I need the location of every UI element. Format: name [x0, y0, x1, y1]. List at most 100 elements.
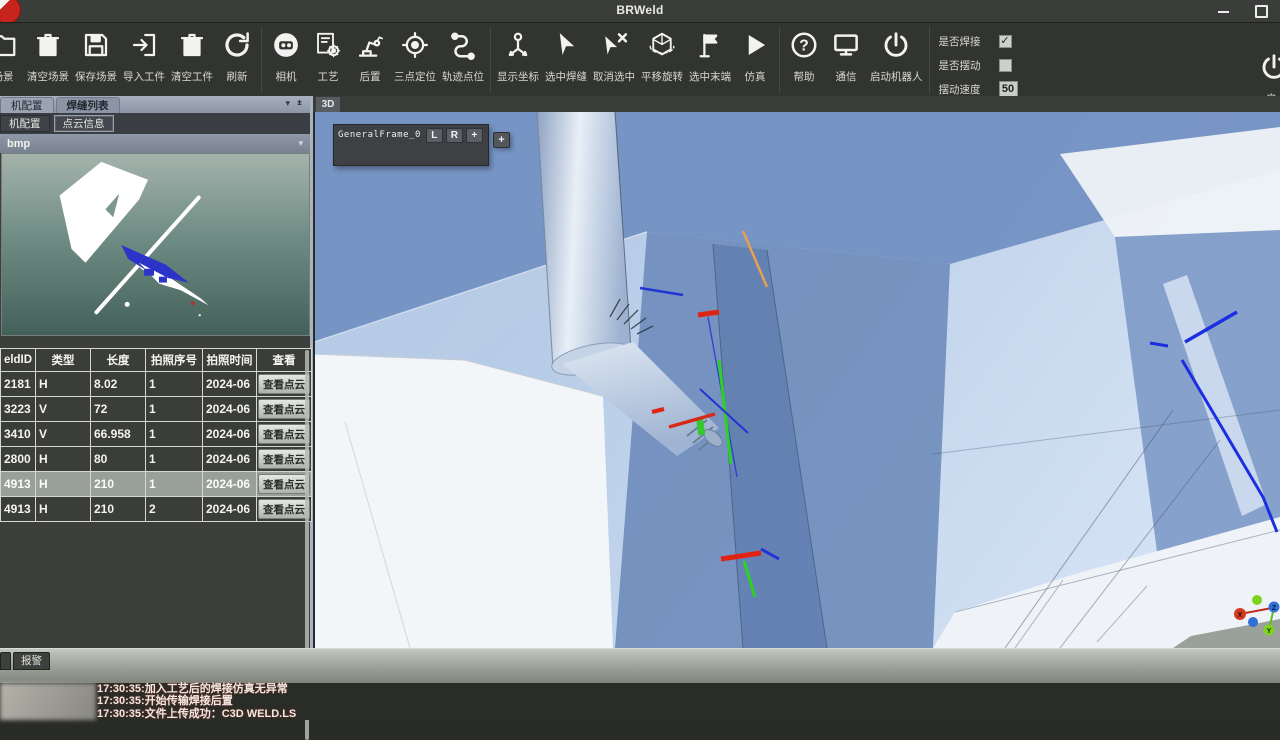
left-panel-button[interactable]: 点云信息 [54, 115, 114, 132]
bottom-tab-partial[interactable] [0, 652, 11, 670]
tab-alarm[interactable]: 报警 [13, 652, 50, 670]
table-row[interactable]: 4913 H 210 1 2024-06 查看点云 [1, 472, 312, 497]
play-icon [740, 30, 770, 60]
viewport-tabbar: 3D [313, 96, 1280, 112]
clear-part-button[interactable]: 清空工件 [168, 30, 216, 84]
power-icon [1259, 52, 1280, 82]
view-pointcloud-button[interactable]: 查看点云 [258, 449, 310, 469]
folder-icon [0, 30, 18, 60]
chevron-down-icon[interactable]: ▾ [285, 98, 290, 109]
post-button[interactable]: 后置 [349, 30, 391, 84]
table-row[interactable]: 2181 H 8.02 1 2024-06 查看点云 [1, 372, 312, 397]
weld-table: eldID 类型 长度 拍照序号 拍照时间 查看 2181 H 8.02 1 2… [0, 348, 312, 522]
refresh-button[interactable]: 刷新 [216, 30, 258, 84]
cursorx-icon [599, 30, 629, 60]
target-icon [400, 30, 430, 60]
process-button[interactable]: 工艺 [307, 30, 349, 84]
save-scene-button[interactable]: 保存场景 [72, 30, 120, 84]
minimize-button[interactable] [1212, 4, 1234, 19]
log-area: 17:30:35:加入工艺后的焊接仿真无异常 17:30:35:开始传输焊接后置… [0, 683, 1280, 720]
trajectory-points-button[interactable]: 轨迹点位 [439, 30, 487, 84]
table-row[interactable]: 3410 V 66.958 1 2024-06 查看点云 [1, 422, 312, 447]
add-frame-button[interactable]: + [493, 132, 510, 148]
flag-icon [695, 30, 725, 60]
checkbox[interactable] [999, 59, 1012, 72]
deselect-button[interactable]: 取消选中 [590, 30, 638, 84]
left-panel-tab[interactable]: 焊缝列表 [56, 97, 120, 113]
toggle-row[interactable]: 是否摆动 [939, 53, 1057, 77]
toolbar-separator [261, 27, 262, 93]
titlebar: BRWeld [0, 0, 1280, 22]
col-length: 长度 [91, 349, 146, 372]
col-weldid: eldID [1, 349, 36, 372]
svg-text:Y: Y [1267, 628, 1272, 635]
table-row[interactable]: 4913 H 210 2 2024-06 查看点云 [1, 497, 312, 522]
swing-speed-input[interactable]: 50 [999, 81, 1018, 97]
3d-viewport[interactable]: X Z Y GeneralFrame_0 L R + + [315, 112, 1280, 648]
table-row[interactable]: 2800 H 80 1 2024-06 查看点云 [1, 447, 312, 472]
start-robot-button[interactable]: 启动机器人 [867, 30, 926, 84]
horizontal-splitter[interactable] [0, 648, 1280, 683]
toggle-row[interactable]: 是否焊接 [939, 29, 1057, 53]
col-photo-no: 拍照序号 [146, 349, 203, 372]
three-point-locate-button[interactable]: 三点定位 [391, 30, 439, 84]
maximize-button[interactable] [1250, 4, 1272, 19]
view-pointcloud-button[interactable]: 查看点云 [258, 499, 310, 519]
view-pointcloud-button[interactable]: 查看点云 [258, 399, 310, 419]
pin-icon[interactable] [295, 99, 304, 108]
frame-left-button[interactable]: L [426, 128, 443, 143]
point-cloud-view[interactable] [1, 153, 310, 336]
view-pointcloud-button[interactable]: 查看点云 [258, 474, 310, 494]
frame-selector-panel: GeneralFrame_0 L R + [333, 124, 489, 166]
robot-icon [355, 30, 385, 60]
show-coords-button[interactable]: 显示坐标 [494, 30, 542, 84]
monitor-icon [831, 30, 861, 60]
toolbar-separator [929, 27, 930, 93]
camera-icon [271, 30, 301, 60]
table-header-row: eldID 类型 长度 拍照序号 拍照时间 查看 [1, 349, 312, 372]
frame-plus-button[interactable]: + [466, 128, 483, 143]
trash-icon [177, 30, 207, 60]
pan-rotate-button[interactable]: 平移旋转 [638, 30, 686, 84]
chevron-down-icon: ▾ [298, 138, 303, 149]
import-icon [129, 30, 159, 60]
frame-right-button[interactable]: R [446, 128, 463, 143]
log-line: 17:30:35:开始传输焊接后置 [97, 695, 296, 707]
coords-icon [503, 30, 533, 60]
left-panel-tab[interactable]: 机配置 [0, 97, 54, 113]
main-toolbar: 场景 清空场景 保存场景 导入工件 清空工件 [0, 22, 1280, 96]
toolbar-separator [490, 27, 491, 93]
save-icon [81, 30, 111, 60]
tab-3d[interactable]: 3D [316, 97, 340, 112]
log-line: 17:30:35:文件上传成功：C3D WELD.LS [97, 708, 296, 720]
svg-text:?: ? [799, 38, 809, 55]
simulate-button[interactable]: 仿真 [734, 30, 776, 84]
format-dropdown[interactable]: bmp ▾ [0, 134, 310, 153]
select-end-button[interactable]: 选中末端 [686, 30, 734, 84]
left-panel-button[interactable]: 机配置 [0, 115, 50, 132]
help-button[interactable]: ? 帮助 [783, 30, 825, 84]
comm-button[interactable]: 通信 [825, 30, 867, 84]
frame-name: GeneralFrame_0 [336, 128, 423, 140]
clear-scene-button[interactable]: 清空场景 [24, 30, 72, 84]
view-pointcloud-button[interactable]: 查看点云 [258, 424, 310, 444]
table-row[interactable]: 3223 V 72 1 2024-06 查看点云 [1, 397, 312, 422]
scene-button[interactable]: 场景 [0, 30, 24, 84]
weld-options: 是否焊接 是否摆动 摆动速度 50 [939, 23, 1057, 101]
view-pointcloud-button[interactable]: 查看点云 [258, 374, 310, 394]
toolbar-separator [779, 27, 780, 93]
col-photo-time: 拍照时间 [203, 349, 257, 372]
rotate-icon [647, 30, 677, 60]
process-icon [313, 30, 343, 60]
checkbox[interactable] [999, 35, 1012, 48]
bottom-tabbar: 报警 [0, 652, 52, 670]
app-title: BRWeld [616, 3, 663, 17]
select-weld-button[interactable]: 选中焊缝 [542, 30, 590, 84]
help-icon: ? [789, 30, 819, 60]
import-part-button[interactable]: 导入工件 [120, 30, 168, 84]
log-line: 17:30:35:加入工艺后的焊接仿真无异常 [97, 683, 296, 695]
cursor-icon [551, 30, 581, 60]
camera-button[interactable]: 相机 [265, 30, 307, 84]
svg-text:Z: Z [1272, 605, 1277, 612]
power-icon [881, 30, 911, 60]
